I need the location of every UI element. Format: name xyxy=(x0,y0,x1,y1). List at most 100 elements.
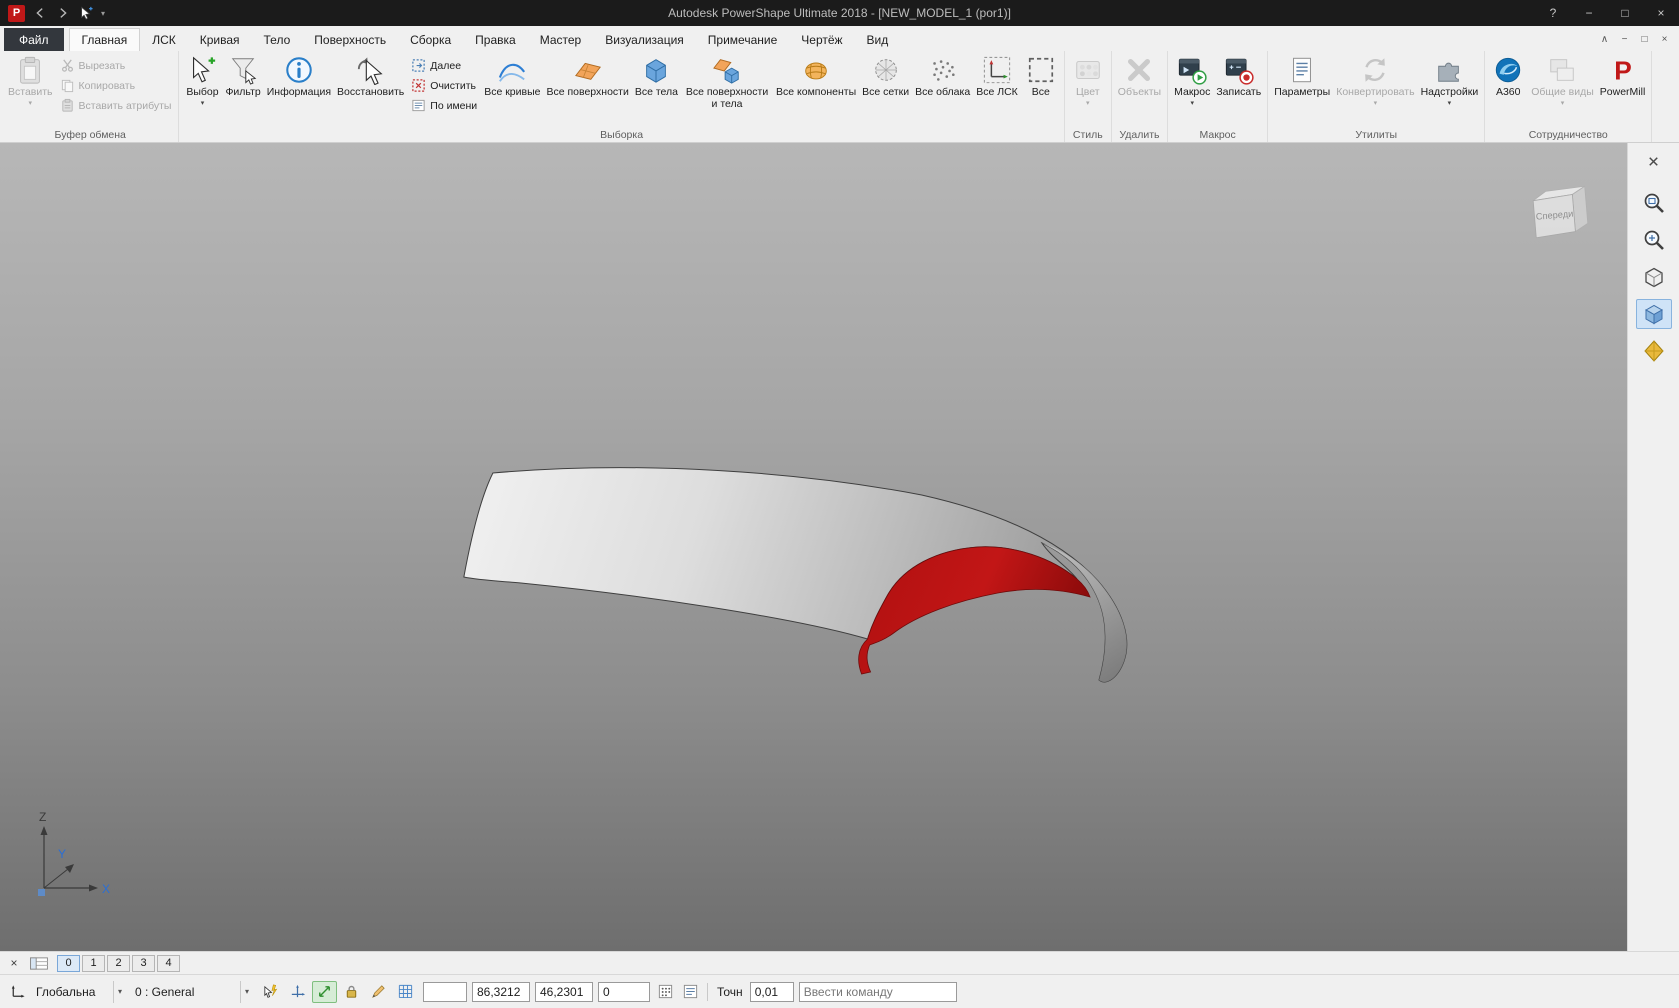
paste-button[interactable]: Вставить ▾ xyxy=(5,53,56,107)
quick-select-icon[interactable] xyxy=(78,5,94,21)
zoom-button[interactable] xyxy=(1636,225,1672,255)
pencil-icon xyxy=(370,983,387,1000)
levels-palette-button[interactable] xyxy=(26,955,52,972)
select-button[interactable]: Выбор ▾ xyxy=(182,53,222,107)
all-clouds-button[interactable]: Все облака xyxy=(912,53,973,99)
all-solids-button[interactable]: Все тела xyxy=(632,53,681,99)
ribbon-tab[interactable]: Мастер xyxy=(528,28,594,51)
cursor-flash-icon xyxy=(262,983,279,1000)
addins-button[interactable]: Надстройки ▾ xyxy=(1418,53,1482,107)
color-button[interactable]: Цвет ▾ xyxy=(1068,53,1108,107)
doc-close-button[interactable]: × xyxy=(1656,32,1673,47)
paste-attributes-icon xyxy=(60,98,75,113)
ribbon-tab[interactable]: Тело xyxy=(252,28,303,51)
minimize-button[interactable]: − xyxy=(1571,0,1607,26)
ribbon-tab[interactable]: Вид xyxy=(855,28,901,51)
command-input[interactable] xyxy=(798,981,957,1002)
ribbon-tab[interactable]: Визуализация xyxy=(593,28,696,51)
close-button[interactable]: × xyxy=(1643,0,1679,26)
workplane-select[interactable]: Глобальна ▾ xyxy=(32,980,126,1003)
z-coordinate-field[interactable] xyxy=(598,981,650,1002)
convert-button[interactable]: Конвертировать ▾ xyxy=(1333,53,1417,107)
ribbon-button-label: Копировать xyxy=(78,79,136,92)
shaded-view-button[interactable] xyxy=(1635,299,1672,329)
level-button[interactable]: 2 xyxy=(107,954,130,972)
all-meshes-icon xyxy=(871,55,901,85)
filter-button[interactable]: Фильтр xyxy=(222,53,263,99)
x-coordinate-field[interactable] xyxy=(472,981,530,1002)
record-button[interactable]: Записать xyxy=(1213,53,1264,99)
quick-access-customize-icon[interactable]: ▾ xyxy=(101,9,105,18)
close-x-icon xyxy=(1646,154,1661,169)
copy-button[interactable]: Копировать xyxy=(58,77,174,94)
by-name-button[interactable]: По имени xyxy=(409,97,479,114)
all-surfaces-button[interactable]: Все поверхности xyxy=(543,53,631,99)
ribbon-collapse-button[interactable]: ∧ xyxy=(1596,32,1613,47)
parameters-icon xyxy=(1287,55,1317,85)
restore-button[interactable]: Восстановить xyxy=(334,53,407,99)
level-button[interactable]: 3 xyxy=(132,954,155,972)
lock-button[interactable] xyxy=(339,981,364,1003)
doc-restore-button[interactable]: □ xyxy=(1636,32,1653,47)
all-meshes-button[interactable]: Все сетки xyxy=(859,53,912,99)
ribbon-group-body: Объекты xyxy=(1115,53,1164,126)
viewport-canvas[interactable]: Спереди Z Y X xyxy=(0,143,1627,951)
a360-button[interactable]: A360 xyxy=(1488,53,1528,99)
y-coordinate-field[interactable] xyxy=(535,981,593,1002)
all-solids-icon xyxy=(641,55,671,85)
parameters-button[interactable]: Параметры xyxy=(1271,53,1333,99)
intelligent-cursor-button[interactable] xyxy=(258,981,283,1003)
all-components-button[interactable]: Все компоненты xyxy=(773,53,859,99)
ribbon-tab[interactable]: Примечание xyxy=(696,28,789,51)
ribbon-tab[interactable]: Главная xyxy=(68,28,141,51)
maximize-button[interactable]: □ xyxy=(1607,0,1643,26)
level-button[interactable]: 4 xyxy=(157,954,180,972)
help-button[interactable]: ? xyxy=(1535,0,1571,26)
paste-attributes-button[interactable]: Вставить атрибуты xyxy=(58,97,174,114)
tolerance-field[interactable] xyxy=(749,981,794,1002)
macro-button[interactable]: Макрос ▾ xyxy=(1171,53,1213,107)
delete-objects-button[interactable]: Объекты xyxy=(1115,53,1164,99)
position-button[interactable] xyxy=(285,981,310,1003)
level-select[interactable]: 0 : General ▾ xyxy=(131,980,253,1003)
ribbon-tab[interactable]: Сборка xyxy=(398,28,463,51)
shared-views-button[interactable]: Общие виды ▾ xyxy=(1528,53,1597,107)
level-button[interactable]: 0 xyxy=(57,954,80,972)
item-appearance-button[interactable] xyxy=(366,981,391,1003)
app-logo-icon[interactable]: P xyxy=(8,4,25,22)
clear-button[interactable]: Очистить xyxy=(409,77,479,94)
levels-close-icon[interactable]: × xyxy=(7,956,21,970)
all-surfaces-solids-button[interactable]: Все поверхности и тела xyxy=(681,53,773,110)
position-blank-field[interactable] xyxy=(423,981,467,1002)
render-style-button[interactable] xyxy=(1636,336,1672,366)
view-cube[interactable]: Спереди xyxy=(1527,179,1595,245)
back-icon[interactable] xyxy=(32,5,48,21)
viewport-close-button[interactable] xyxy=(1636,151,1672,171)
grid-button[interactable] xyxy=(393,981,418,1003)
ribbon-tab[interactable]: Поверхность xyxy=(302,28,398,51)
ribbon-button-label: Все поверхности и тела xyxy=(685,86,769,110)
all-button[interactable]: Все xyxy=(1021,53,1061,99)
tab-file[interactable]: Файл xyxy=(4,28,64,51)
zoom-window-button[interactable] xyxy=(1636,188,1672,218)
next-button[interactable]: Далее xyxy=(409,57,479,74)
keypad-button[interactable] xyxy=(655,982,675,1002)
ribbon-group: Вставить ▾ Вырезать Копировать Вставить атри… xyxy=(2,51,180,142)
all-wcs-button[interactable]: Все ЛСК xyxy=(973,53,1021,99)
ribbon-tab[interactable]: Чертёж xyxy=(789,28,854,51)
level-button[interactable]: 1 xyxy=(82,954,105,972)
ribbon-tab[interactable]: ЛСК xyxy=(140,28,188,51)
ribbon-tab[interactable]: Кривая xyxy=(188,28,252,51)
paste-icon xyxy=(15,55,45,85)
relative-mode-button[interactable] xyxy=(312,980,337,1003)
all-curves-button[interactable]: Все кривые xyxy=(481,53,543,99)
cut-button[interactable]: Вырезать xyxy=(58,57,174,74)
info-button[interactable]: Информация xyxy=(264,53,334,99)
doc-minimize-button[interactable]: − xyxy=(1616,32,1633,47)
forward-icon[interactable] xyxy=(55,5,71,21)
wireframe-view-button[interactable] xyxy=(1636,262,1672,292)
powermill-button[interactable]: P PowerMill xyxy=(1597,53,1649,99)
position-list-button[interactable] xyxy=(680,982,700,1002)
svg-text:P: P xyxy=(1614,55,1632,85)
ribbon-tab[interactable]: Правка xyxy=(463,28,528,51)
